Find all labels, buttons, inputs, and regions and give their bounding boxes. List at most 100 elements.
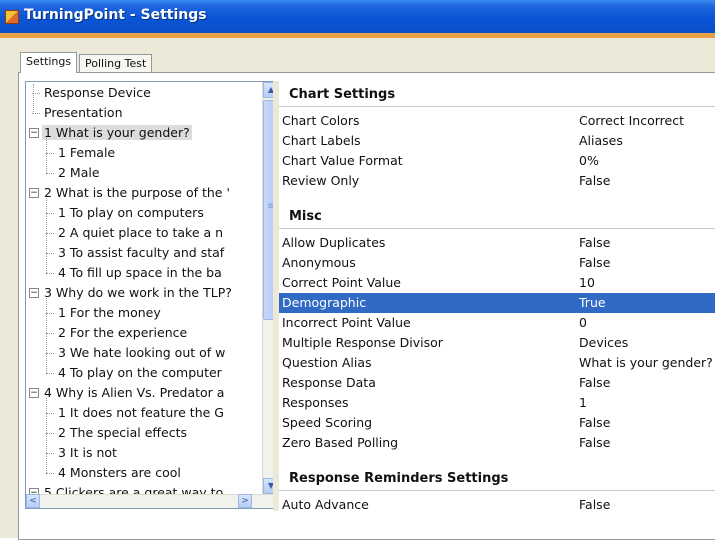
tree-connector	[46, 273, 54, 274]
tree-guide-line	[46, 138, 47, 173]
tree-answer-item[interactable]: 3 We hate looking out of w	[46, 343, 227, 363]
property-row[interactable]: Response Data False	[279, 373, 715, 393]
property-category-header[interactable]: Response Reminders Settings	[279, 465, 715, 491]
property-value[interactable]: Aliases	[579, 131, 623, 151]
property-row[interactable]: Incorrect Point Value 0	[279, 313, 715, 333]
property-category-header[interactable]: Misc	[279, 203, 715, 229]
property-row[interactable]: Speed Scoring False	[279, 413, 715, 433]
property-row[interactable]: Correct Point Value 10	[279, 273, 715, 293]
tree-answer-item[interactable]: 4 To play on the computer	[46, 363, 224, 383]
category-divider	[279, 228, 715, 229]
tree-question-item[interactable]: 4 Why is Alien Vs. Predator a	[42, 383, 226, 403]
tree-answer-item[interactable]: 2 A quiet place to take a n	[46, 223, 225, 243]
property-value[interactable]: False	[579, 233, 610, 253]
property-row[interactable]: Demographic True	[279, 293, 715, 313]
tree-item-label: 1 Female	[58, 145, 116, 160]
tree-answer-item[interactable]: 1 For the money	[46, 303, 163, 323]
tree-answer-item[interactable]: 4 To fill up space in the ba	[46, 263, 224, 283]
tree-connector	[46, 233, 54, 234]
property-name: Speed Scoring	[282, 415, 373, 430]
tree-answer-item[interactable]: 1 To play on computers	[46, 203, 206, 223]
tree-item-label: 4 Monsters are cool	[58, 465, 181, 480]
settings-window: Settings Polling Test Response Device Pre…	[0, 38, 715, 540]
scroll-left-button[interactable]: <	[26, 494, 40, 508]
collapse-toggle-icon[interactable]: −	[29, 388, 39, 398]
property-name: Response Data	[282, 375, 376, 390]
tree-answer-item[interactable]: 4 Monsters are cool	[46, 463, 183, 483]
tree-item-label: 2 Male	[58, 165, 100, 180]
property-row[interactable]: Multiple Response Divisor Devices	[279, 333, 715, 353]
property-value[interactable]: What is your gender?	[579, 353, 713, 373]
property-row[interactable]: Question Alias What is your gender?	[279, 353, 715, 373]
tree-answer-item[interactable]: 1 Female	[46, 143, 117, 163]
tree-answer-item[interactable]: 3 It is not	[46, 443, 119, 463]
property-name: Correct Point Value	[282, 275, 401, 290]
property-value[interactable]: Devices	[579, 333, 628, 353]
property-name: Allow Duplicates	[282, 235, 386, 250]
tree-answer-item[interactable]: 1 It does not feature the G	[46, 403, 226, 423]
category-title: Chart Settings	[289, 87, 396, 102]
category-title: Misc	[289, 209, 322, 224]
collapse-toggle-icon[interactable]: −	[29, 288, 39, 298]
property-row[interactable]: Anonymous False	[279, 253, 715, 273]
tree-answer-item[interactable]: 2 Male	[46, 163, 102, 183]
tree-question-item[interactable]: Presentation	[42, 103, 125, 123]
property-value[interactable]: False	[579, 495, 610, 515]
tree-item-label: 2 A quiet place to take a n	[58, 225, 224, 240]
property-value[interactable]: 1	[579, 393, 587, 413]
tree-answer-item[interactable]: 2 The special effects	[46, 423, 189, 443]
scroll-right-button[interactable]: >	[238, 494, 252, 508]
tree-connector	[46, 373, 54, 374]
tree-answer-item[interactable]: 3 To assist faculty and staf	[46, 243, 226, 263]
question-tree[interactable]: Response Device Presentation 1 What is you…	[25, 81, 275, 509]
property-row[interactable]: Chart Labels Aliases	[279, 131, 715, 151]
collapse-toggle-icon[interactable]: −	[29, 188, 39, 198]
property-row[interactable]: Auto Advance False	[279, 495, 715, 515]
property-row[interactable]: Review Only False	[279, 171, 715, 191]
tree-item-label: Presentation	[44, 105, 123, 120]
property-value[interactable]: 10	[579, 273, 595, 293]
tree-question-item[interactable]: 1 What is your gender?	[42, 123, 192, 143]
property-value[interactable]: False	[579, 171, 610, 191]
tree-item-label: 2 For the experience	[58, 325, 188, 340]
property-value[interactable]: False	[579, 433, 610, 453]
tree-connector	[46, 253, 54, 254]
property-row[interactable]: Chart Value Format 0%	[279, 151, 715, 171]
property-row[interactable]: Allow Duplicates False	[279, 233, 715, 253]
collapse-toggle-icon[interactable]: −	[29, 128, 39, 138]
property-name: Responses	[282, 395, 349, 410]
property-name: Incorrect Point Value	[282, 315, 411, 330]
tree-connector	[46, 353, 54, 354]
tree-question-item[interactable]: 3 Why do we work in the TLP?	[42, 283, 234, 303]
tree-item-label: 1 What is your gender?	[42, 125, 192, 140]
tree-horizontal-scrollbar[interactable]: < >	[26, 494, 274, 508]
property-value[interactable]: False	[579, 253, 610, 273]
tree-item-label: 3 We hate looking out of w	[58, 345, 226, 360]
property-value[interactable]: Correct Incorrect	[579, 111, 684, 131]
property-value[interactable]: True	[579, 293, 606, 313]
tree-connector	[46, 413, 54, 414]
tree-connector	[46, 453, 54, 454]
property-name: Multiple Response Divisor	[282, 335, 443, 350]
property-value[interactable]: False	[579, 373, 610, 393]
tab-settings[interactable]: Settings	[20, 52, 78, 73]
property-category-header[interactable]: Chart Settings	[279, 81, 715, 107]
tab-polling-test[interactable]: Polling Test	[79, 54, 153, 73]
tree-guide-line	[46, 198, 47, 273]
property-value[interactable]: 0%	[579, 151, 599, 171]
tree-question-item[interactable]: 2 What is the purpose of the '	[42, 183, 232, 203]
property-row[interactable]: Chart Colors Correct Incorrect	[279, 111, 715, 131]
tree-question-item[interactable]: Response Device	[42, 83, 153, 103]
property-value[interactable]: False	[579, 413, 610, 433]
category-divider	[279, 106, 715, 107]
title-bar[interactable]: TurningPoint - Settings	[0, 0, 715, 33]
tree-item-label: 1 It does not feature the G	[58, 405, 224, 420]
tree-root-guide-line	[33, 84, 34, 114]
tree-answer-item[interactable]: 2 For the experience	[46, 323, 189, 343]
tree-guide-line	[46, 398, 47, 473]
property-value[interactable]: 0	[579, 313, 587, 333]
property-row[interactable]: Responses 1	[279, 393, 715, 413]
property-name: Anonymous	[282, 255, 356, 270]
category-title: Response Reminders Settings	[289, 471, 509, 486]
property-row[interactable]: Zero Based Polling False	[279, 433, 715, 453]
